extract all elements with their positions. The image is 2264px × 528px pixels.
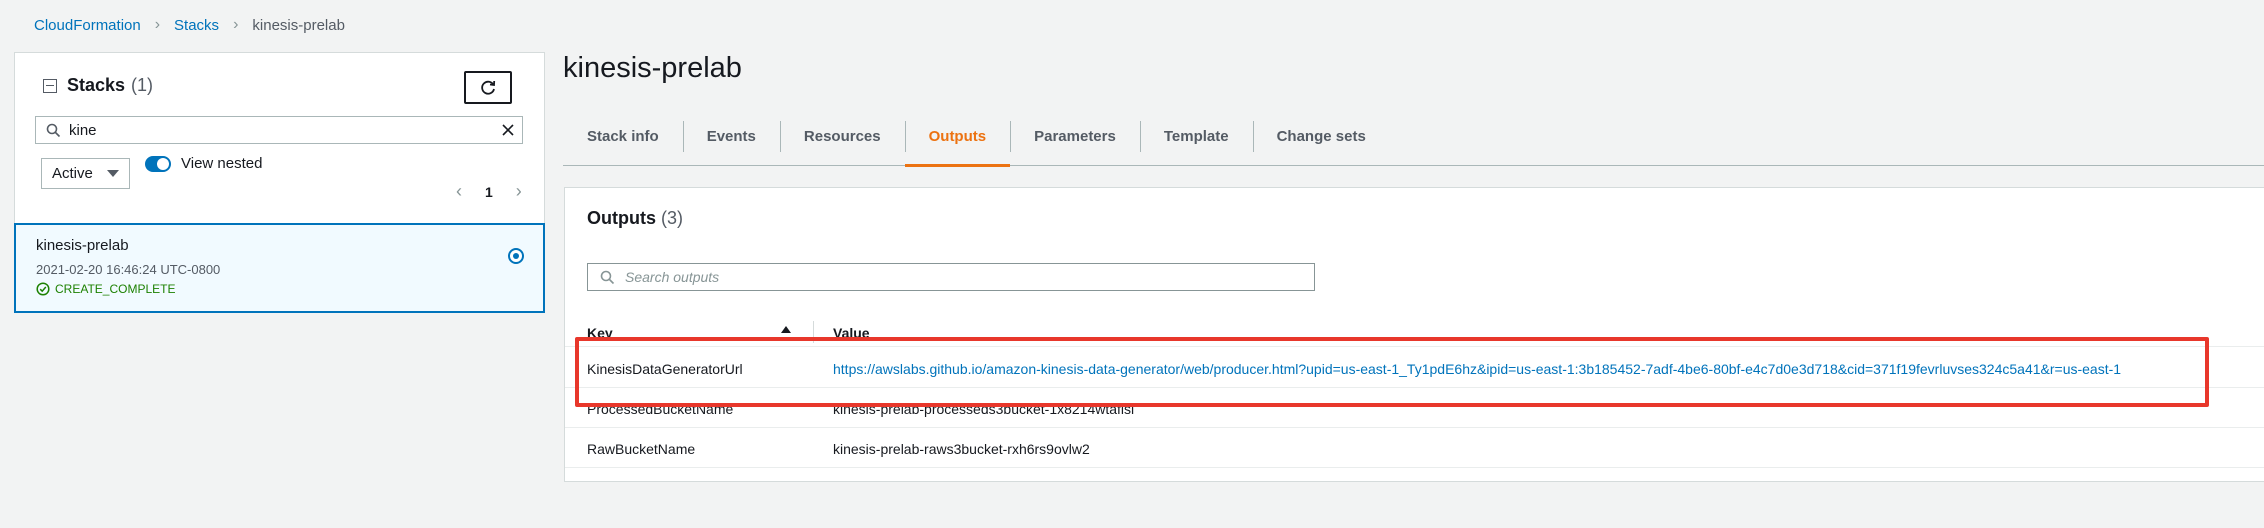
stacks-count: (1) bbox=[131, 75, 154, 95]
stacks-panel: Stacks (1) Active View nested ‹ 1 › kine… bbox=[14, 52, 545, 313]
view-nested-toggle-wrap: View nested bbox=[145, 155, 262, 172]
output-key: RawBucketName bbox=[587, 441, 696, 457]
check-circle-icon bbox=[36, 282, 50, 296]
chevron-right-icon: › bbox=[154, 16, 161, 33]
chevron-right-icon[interactable]: › bbox=[509, 181, 529, 202]
stack-tabs: Stack info Events Resources Outputs Para… bbox=[563, 108, 2264, 167]
tab-resources[interactable]: Resources bbox=[779, 108, 905, 166]
refresh-icon bbox=[481, 80, 496, 95]
table-row: ProcessedBucketName kinesis-prelab-proce… bbox=[565, 388, 2264, 428]
collapse-icon[interactable] bbox=[43, 78, 57, 93]
outputs-count: (3) bbox=[661, 208, 684, 228]
view-nested-label: View nested bbox=[181, 155, 263, 172]
refresh-button[interactable] bbox=[464, 71, 512, 104]
output-value: kinesis-prelab-raws3bucket-rxh6rs9ovlw2 bbox=[833, 441, 1090, 457]
stacks-search-input[interactable] bbox=[69, 121, 494, 139]
stack-created-date: 2021-02-20 16:46:24 UTC-0800 bbox=[36, 262, 221, 277]
page-title: kinesis-prelab bbox=[563, 52, 742, 84]
breadcrumb-cloudformation[interactable]: CloudFormation bbox=[34, 17, 141, 34]
table-row: RawBucketName kinesis-prelab-raws3bucket… bbox=[565, 428, 2264, 468]
tab-outputs[interactable]: Outputs bbox=[904, 108, 1011, 167]
chevron-right-icon: › bbox=[233, 16, 239, 33]
caret-down-icon bbox=[107, 170, 119, 177]
stack-name: kinesis-prelab bbox=[36, 237, 129, 254]
output-value: kinesis-prelab-processeds3bucket-1x8214w… bbox=[833, 401, 1135, 417]
status-filter-select[interactable]: Active bbox=[41, 158, 130, 189]
search-icon bbox=[46, 123, 61, 138]
stacks-search bbox=[35, 116, 523, 144]
stack-status-text: CREATE_COMPLETE bbox=[55, 282, 176, 296]
column-header-value[interactable]: Value bbox=[833, 325, 870, 341]
view-nested-toggle[interactable] bbox=[145, 155, 171, 172]
tab-change-sets[interactable]: Change sets bbox=[1252, 108, 1390, 166]
outputs-search-input[interactable] bbox=[625, 269, 1314, 285]
output-value-link[interactable]: https://awslabs.github.io/amazon-kinesis… bbox=[833, 361, 2121, 377]
breadcrumb-stacks[interactable]: Stacks bbox=[174, 17, 219, 34]
output-key: KinesisDataGeneratorUrl bbox=[587, 361, 743, 377]
tab-stack-info[interactable]: Stack info bbox=[563, 108, 683, 166]
sort-ascending-icon[interactable] bbox=[781, 326, 791, 333]
chevron-left-icon[interactable]: ‹ bbox=[449, 181, 469, 202]
tab-parameters[interactable]: Parameters bbox=[1010, 108, 1140, 166]
pagination: ‹ 1 › bbox=[449, 181, 529, 202]
outputs-panel: Outputs (3) Key Value KinesisDataGenerat… bbox=[564, 187, 2264, 482]
clear-icon[interactable] bbox=[494, 116, 522, 144]
breadcrumb-current: kinesis-prelab bbox=[252, 16, 345, 34]
table-row: KinesisDataGeneratorUrl https://awslabs.… bbox=[565, 348, 2264, 388]
search-icon bbox=[600, 270, 615, 285]
status-filter-value: Active bbox=[52, 165, 93, 182]
stacks-panel-header: Stacks (1) bbox=[43, 75, 153, 96]
column-divider[interactable] bbox=[813, 321, 814, 343]
page-number[interactable]: 1 bbox=[485, 184, 493, 200]
stack-select-radio[interactable] bbox=[508, 248, 524, 264]
stacks-panel-title: Stacks bbox=[67, 75, 126, 95]
output-key: ProcessedBucketName bbox=[587, 401, 734, 417]
outputs-search bbox=[587, 263, 1315, 291]
tab-events[interactable]: Events bbox=[682, 108, 780, 166]
outputs-table-header: Key Value bbox=[565, 313, 2264, 347]
stack-status: CREATE_COMPLETE bbox=[36, 282, 175, 296]
stack-list-item[interactable]: kinesis-prelab 2021-02-20 16:46:24 UTC-0… bbox=[14, 223, 545, 313]
column-header-key[interactable]: Key bbox=[587, 325, 613, 341]
tab-template[interactable]: Template bbox=[1139, 108, 1253, 166]
outputs-header: Outputs (3) bbox=[587, 208, 683, 229]
breadcrumb: CloudFormation › Stacks › kinesis-prelab bbox=[34, 16, 345, 34]
outputs-title: Outputs bbox=[587, 208, 656, 228]
